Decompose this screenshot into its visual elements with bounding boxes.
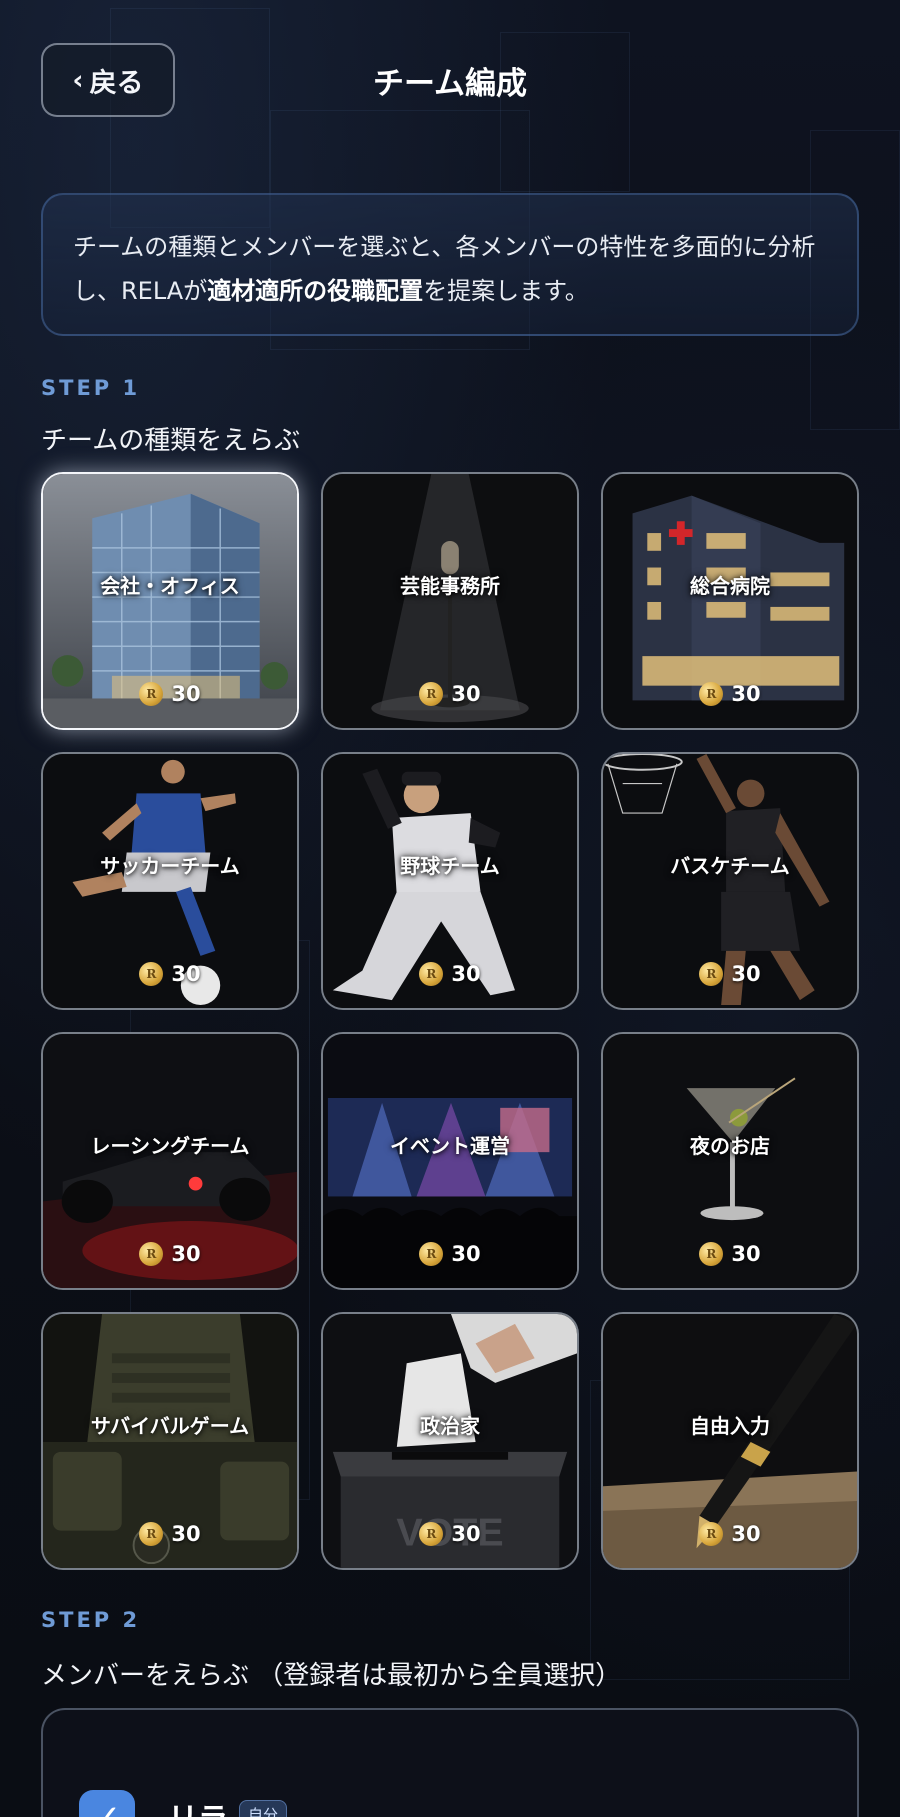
intro-box: チームの種類とメンバーを選ぶと、各メンバーの特性を多面的に分析し、RELAが適材… bbox=[41, 193, 859, 336]
cost-value: 30 bbox=[171, 1522, 201, 1546]
team-card-politician[interactable]: VOTE 政治家 R 30 bbox=[321, 1312, 579, 1570]
member-checkbox[interactable]: ✓ bbox=[79, 1790, 135, 1817]
team-card-night-club[interactable]: 夜のお店 R 30 bbox=[601, 1032, 859, 1290]
team-type-grid: 会社・オフィス R 30 芸能事務所 R 30 総合病院 R 30 サッカーチー… bbox=[41, 472, 859, 1570]
team-card-basketball[interactable]: バスケチーム R 30 bbox=[601, 752, 859, 1010]
team-card-label: 政治家 bbox=[420, 1414, 480, 1438]
cost-value: 30 bbox=[731, 962, 761, 986]
team-card-cost: R 30 bbox=[43, 1242, 297, 1266]
team-card-label: 会社・オフィス bbox=[100, 574, 240, 598]
coin-icon: R bbox=[699, 1522, 724, 1546]
coin-icon: R bbox=[419, 1522, 444, 1546]
cost-value: 30 bbox=[451, 1242, 481, 1266]
team-card-label: 夜のお店 bbox=[690, 1134, 770, 1158]
page-title: チーム編成 bbox=[372, 66, 528, 102]
coin-icon: R bbox=[139, 1522, 164, 1546]
team-card-cost: R 30 bbox=[323, 962, 577, 986]
member-list: ✓ リラ 自分 bbox=[41, 1708, 859, 1817]
cost-value: 30 bbox=[171, 682, 201, 706]
team-card-cost: R 30 bbox=[603, 1242, 857, 1266]
cost-value: 30 bbox=[451, 962, 481, 986]
team-card-free-input[interactable]: 自由入力 R 30 bbox=[601, 1312, 859, 1570]
step1-title: チームの種類をえらぶ bbox=[41, 426, 301, 456]
team-card-survival-game[interactable]: サバイバルゲーム R 30 bbox=[41, 1312, 299, 1570]
team-card-hospital[interactable]: 総合病院 R 30 bbox=[601, 472, 859, 730]
coin-icon: R bbox=[419, 1242, 444, 1266]
team-card-racing[interactable]: レーシングチーム R 30 bbox=[41, 1032, 299, 1290]
team-card-cost: R 30 bbox=[603, 682, 857, 706]
cost-value: 30 bbox=[171, 962, 201, 986]
coin-icon: R bbox=[699, 682, 724, 706]
coin-icon: R bbox=[699, 962, 724, 986]
team-card-cost: R 30 bbox=[323, 1242, 577, 1266]
team-card-event[interactable]: イベント運営 R 30 bbox=[321, 1032, 579, 1290]
team-card-cost: R 30 bbox=[603, 1522, 857, 1546]
step2-title: メンバーをえらぶ （登録者は最初から全員選択） bbox=[41, 1661, 622, 1691]
member-name: リラ bbox=[168, 1794, 228, 1817]
cost-value: 30 bbox=[731, 1242, 761, 1266]
checkmark-icon: ✓ bbox=[93, 1798, 122, 1817]
team-card-cost: R 30 bbox=[43, 962, 297, 986]
step2-label: STEP 2 bbox=[41, 1608, 141, 1632]
team-card-label: バスケチーム bbox=[670, 854, 790, 878]
team-card-label: サバイバルゲーム bbox=[90, 1414, 250, 1438]
coin-icon: R bbox=[419, 962, 444, 986]
intro-text-end: を提案します。 bbox=[423, 277, 589, 305]
step1-label: STEP 1 bbox=[41, 376, 141, 400]
team-card-cost: R 30 bbox=[323, 1522, 577, 1546]
coin-icon: R bbox=[699, 1242, 724, 1266]
team-card-label: サッカーチーム bbox=[100, 854, 240, 878]
team-card-cost: R 30 bbox=[43, 682, 297, 706]
team-card-label: 自由入力 bbox=[690, 1414, 770, 1438]
team-card-baseball[interactable]: 野球チーム R 30 bbox=[321, 752, 579, 1010]
team-card-office[interactable]: 会社・オフィス R 30 bbox=[41, 472, 299, 730]
team-card-entertainment[interactable]: 芸能事務所 R 30 bbox=[321, 472, 579, 730]
self-badge: 自分 bbox=[239, 1800, 288, 1817]
coin-icon: R bbox=[139, 962, 164, 986]
team-card-soccer[interactable]: サッカーチーム R 30 bbox=[41, 752, 299, 1010]
team-card-label: イベント運営 bbox=[390, 1134, 510, 1158]
background-line bbox=[500, 32, 630, 192]
coin-icon: R bbox=[419, 682, 444, 706]
cost-value: 30 bbox=[731, 682, 761, 706]
team-card-cost: R 30 bbox=[43, 1522, 297, 1546]
team-card-cost: R 30 bbox=[603, 962, 857, 986]
coin-icon: R bbox=[139, 682, 164, 706]
team-card-label: 野球チーム bbox=[400, 854, 500, 878]
coin-icon: R bbox=[139, 1242, 164, 1266]
team-card-cost: R 30 bbox=[323, 682, 577, 706]
team-card-label: 芸能事務所 bbox=[400, 574, 500, 598]
cost-value: 30 bbox=[451, 1522, 481, 1546]
team-card-label: レーシングチーム bbox=[90, 1134, 250, 1158]
cost-value: 30 bbox=[171, 1242, 201, 1266]
cost-value: 30 bbox=[731, 1522, 761, 1546]
cost-value: 30 bbox=[451, 682, 481, 706]
team-card-label: 総合病院 bbox=[690, 574, 770, 598]
intro-text-emphasis: 適材適所の役職配置 bbox=[207, 277, 424, 305]
